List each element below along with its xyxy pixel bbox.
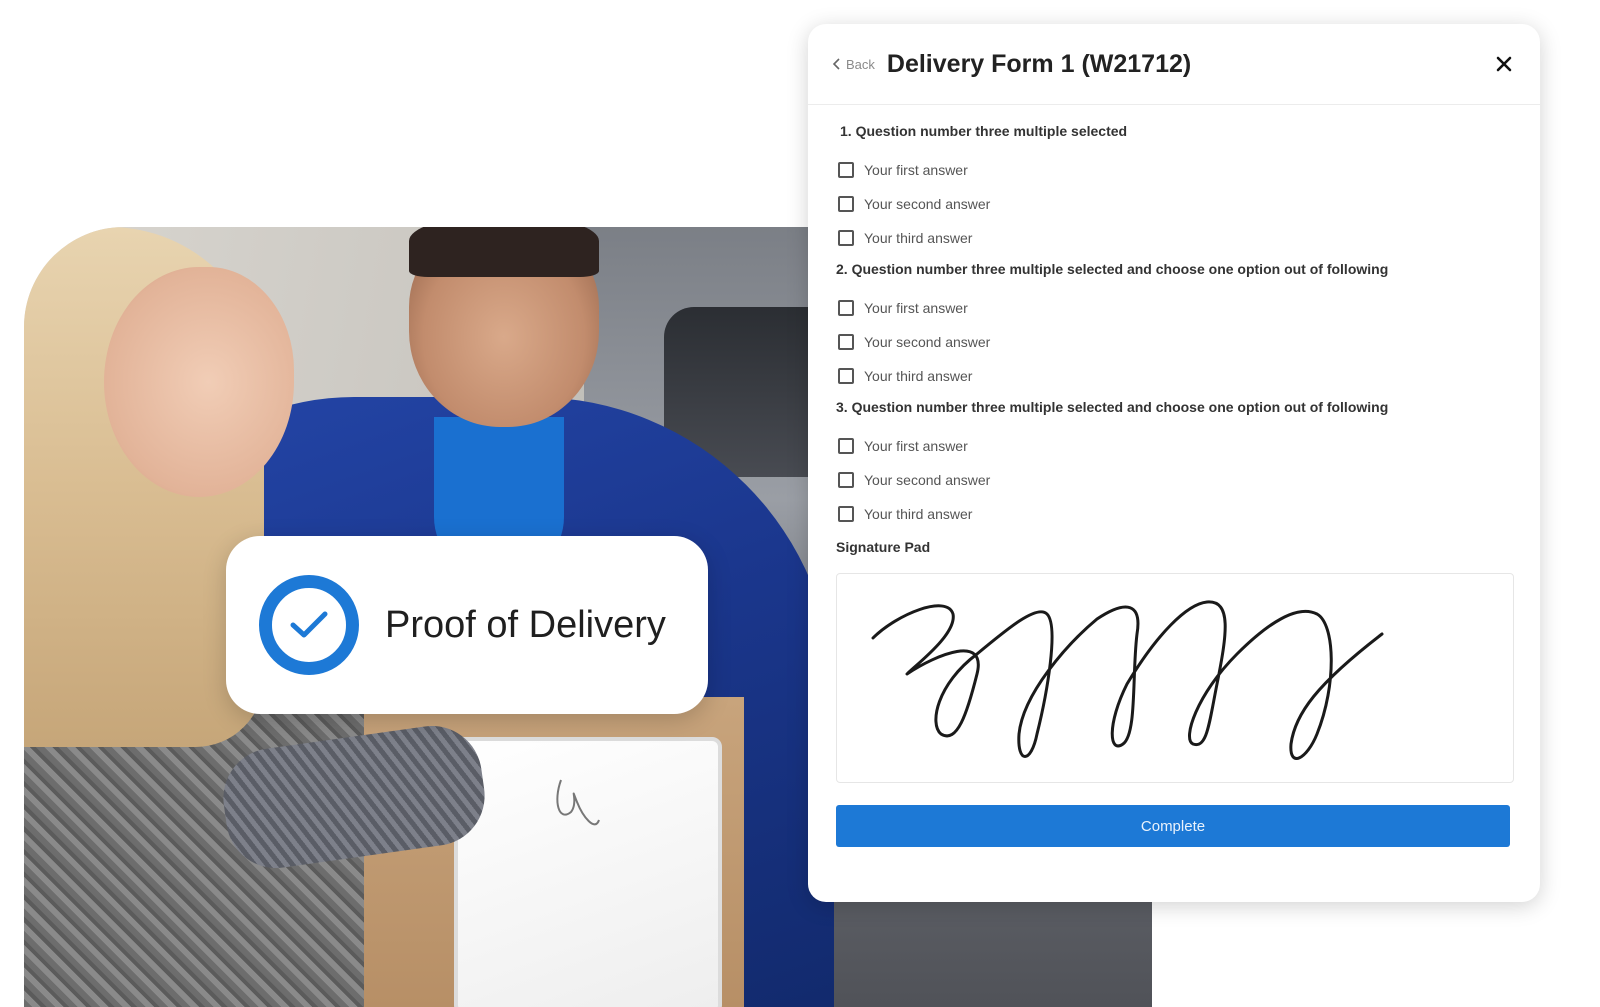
answer-label: Your first answer — [864, 300, 968, 316]
answer-row[interactable]: Your third answer — [838, 497, 1514, 531]
answer-row[interactable]: Your first answer — [838, 153, 1514, 187]
signature-pad[interactable] — [836, 573, 1514, 783]
answer-label: Your second answer — [864, 334, 991, 350]
answer-checkbox[interactable] — [838, 472, 854, 488]
answer-checkbox[interactable] — [838, 162, 854, 178]
answer-label: Your second answer — [864, 196, 991, 212]
answer-checkbox[interactable] — [838, 230, 854, 246]
answer-checkbox[interactable] — [838, 438, 854, 454]
question-1-label: 1. Question number three multiple select… — [840, 123, 1128, 139]
answer-checkbox[interactable] — [838, 196, 854, 212]
question-block-3: 3. Question number three multiple select… — [836, 399, 1514, 531]
answer-row[interactable]: Your first answer — [838, 291, 1514, 325]
form-header: Back Delivery Form 1 (W21712) — [808, 24, 1540, 105]
proof-of-delivery-title: Proof of Delivery — [385, 603, 666, 646]
answer-label: Your third answer — [864, 230, 973, 246]
answer-label: Your first answer — [864, 162, 968, 178]
answer-label: Your second answer — [864, 472, 991, 488]
close-button[interactable] — [1490, 50, 1518, 78]
courier-hair — [409, 227, 599, 277]
signature-pad-label: Signature Pad — [836, 539, 931, 555]
back-label: Back — [846, 56, 875, 72]
answer-label: Your third answer — [864, 506, 973, 522]
answer-label: Your third answer — [864, 368, 973, 384]
back-button[interactable]: Back — [832, 57, 875, 72]
delivery-form-panel: Back Delivery Form 1 (W21712) 1. Questio… — [808, 24, 1540, 902]
question-block-2: 2. Question number three multiple select… — [836, 261, 1514, 393]
answer-checkbox[interactable] — [838, 368, 854, 384]
chevron-left-icon — [832, 58, 840, 70]
answer-row[interactable]: Your third answer — [838, 359, 1514, 393]
question-3-label: 3. Question number three multiple select… — [836, 399, 1389, 415]
form-body: 1. Question number three multiple select… — [808, 105, 1540, 847]
proof-of-delivery-card: Proof of Delivery — [226, 536, 708, 714]
answer-checkbox[interactable] — [838, 334, 854, 350]
question-block-1: 1. Question number three multiple select… — [836, 123, 1514, 255]
answer-row[interactable]: Your first answer — [838, 429, 1514, 463]
tablet-signature — [556, 779, 600, 826]
close-icon — [1496, 56, 1512, 72]
answer-checkbox[interactable] — [838, 506, 854, 522]
check-circle-icon — [259, 575, 359, 675]
answer-row[interactable]: Your second answer — [838, 325, 1514, 359]
answer-checkbox[interactable] — [838, 300, 854, 316]
customer-face — [104, 267, 294, 497]
signature-drawing — [871, 600, 1384, 760]
answer-label: Your first answer — [864, 438, 968, 454]
answer-row[interactable]: Your second answer — [838, 463, 1514, 497]
question-2-label: 2. Question number three multiple select… — [836, 261, 1389, 277]
form-title: Delivery Form 1 (W21712) — [886, 49, 1192, 78]
complete-button[interactable]: Complete — [836, 805, 1510, 847]
answer-row[interactable]: Your second answer — [838, 187, 1514, 221]
answer-row[interactable]: Your third answer — [838, 221, 1514, 255]
